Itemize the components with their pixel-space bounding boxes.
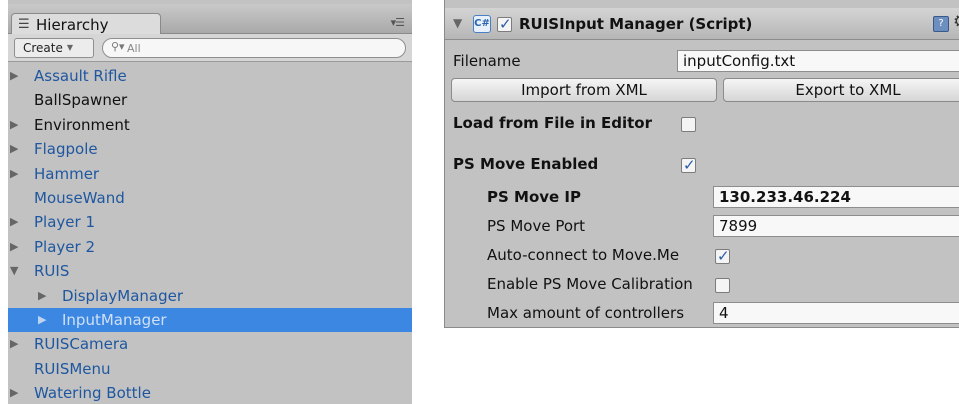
auto-connect-label: Auto-connect to Move.Me bbox=[487, 246, 680, 264]
hierarchy-panel: ☰ Hierarchy ▾☰ Create▼ ⚲▾ ▶Assault Rifle… bbox=[8, 0, 412, 404]
hierarchy-item-label: Player 1 bbox=[34, 213, 95, 232]
load-from-file-checkbox[interactable] bbox=[681, 117, 696, 132]
filename-label: Filename bbox=[453, 52, 521, 70]
create-label: Create bbox=[23, 41, 63, 55]
hierarchy-item-label: Flagpole bbox=[34, 140, 98, 159]
load-from-file-label: Load from File in Editor bbox=[453, 114, 652, 132]
hierarchy-item[interactable]: ▶ RUISCamera bbox=[8, 332, 412, 356]
script-icon: C# bbox=[473, 15, 491, 33]
help-icon[interactable]: ? bbox=[933, 16, 949, 32]
ps-move-port-label: PS Move Port bbox=[487, 217, 586, 235]
component-enabled-checkbox[interactable] bbox=[497, 15, 512, 33]
hierarchy-item[interactable]: ▶ Hammer bbox=[8, 162, 412, 186]
collapsed-arrow-icon[interactable]: ▶ bbox=[38, 284, 46, 308]
hierarchy-item[interactable]: ▶ Assault Rifle bbox=[8, 64, 412, 88]
hierarchy-list-icon: ☰ bbox=[18, 17, 30, 32]
collapsed-arrow-icon[interactable]: ▶ bbox=[10, 64, 18, 88]
create-dropdown[interactable]: Create ▼ bbox=[14, 38, 94, 58]
hierarchy-item[interactable]: ▶ Watering Bottle bbox=[8, 381, 412, 404]
hierarchy-item-label: Assault Rifle bbox=[34, 67, 127, 85]
hierarchy-item-label: Environment bbox=[34, 115, 130, 134]
hierarchy-item-label: RUIS bbox=[34, 262, 70, 281]
collapsed-arrow-icon[interactable]: ▶ bbox=[10, 113, 18, 137]
hierarchy-item[interactable]: ▶ Environment bbox=[8, 113, 412, 137]
hierarchy-tree: ▶ Assault Rifle BallSpawner ▶ Environment ▶ Fl… bbox=[8, 64, 412, 404]
search-input[interactable] bbox=[127, 40, 397, 56]
hierarchy-item-label: Watering Bottle bbox=[34, 384, 151, 403]
max-controllers-label: Max amount of controllers bbox=[487, 304, 685, 322]
hierarchy-item[interactable]: ▶ InputManager bbox=[8, 307, 412, 333]
foldout-arrow-icon[interactable]: ▼ bbox=[453, 16, 462, 30]
collapsed-arrow-icon[interactable]: ▶ bbox=[10, 137, 18, 161]
hierarchy-toolbar: Create ▼ ⚲▾ bbox=[8, 34, 412, 62]
panel-menu-icon[interactable]: ▾☰ bbox=[391, 16, 405, 29]
hierarchy-item[interactable]: ▶ Player 1 bbox=[8, 210, 412, 234]
hierarchy-item-label: DisplayManager bbox=[62, 286, 184, 305]
ps-move-port-field[interactable]: 7899 bbox=[713, 215, 959, 237]
hierarchy-tabbar: ☰ Hierarchy ▾☰ bbox=[8, 4, 412, 37]
gear-icon[interactable]: ⚙ bbox=[953, 12, 959, 32]
collapsed-arrow-icon[interactable]: ▶ bbox=[38, 308, 46, 332]
import-xml-button[interactable]: Import from XML bbox=[451, 78, 717, 102]
hierarchy-item[interactable]: ▶ Flagpole bbox=[8, 137, 412, 161]
hierarchy-item-label: InputManager bbox=[62, 310, 167, 329]
export-xml-button[interactable]: Export to XML bbox=[723, 78, 959, 102]
max-controllers-field[interactable]: 4 bbox=[713, 302, 959, 324]
auto-connect-checkbox[interactable] bbox=[715, 247, 730, 265]
search-box[interactable]: ⚲▾ bbox=[102, 38, 406, 58]
component-title: RUISInput Manager (Script) bbox=[519, 15, 753, 33]
hierarchy-item[interactable]: RUISMenu bbox=[8, 357, 412, 381]
ps-move-enabled-label: PS Move Enabled bbox=[453, 155, 599, 173]
calibration-checkbox[interactable] bbox=[715, 278, 730, 293]
collapsed-arrow-icon[interactable]: ▶ bbox=[10, 381, 18, 404]
hierarchy-item[interactable]: BallSpawner bbox=[8, 88, 412, 112]
hierarchy-item[interactable]: ▶ DisplayManager bbox=[8, 284, 412, 308]
hierarchy-item-label: MouseWand bbox=[34, 188, 125, 207]
hierarchy-item-label: RUISCamera bbox=[34, 335, 129, 354]
ps-move-ip-label: PS Move IP bbox=[487, 188, 581, 206]
component-header: ▼ C# RUISInput Manager (Script) ? ⚙ bbox=[445, 8, 959, 40]
collapsed-arrow-icon[interactable]: ▶ bbox=[10, 332, 18, 356]
collapsed-arrow-icon[interactable]: ▶ bbox=[10, 235, 18, 259]
hierarchy-item-label: RUISMenu bbox=[34, 359, 111, 378]
ps-move-enabled-checkbox[interactable] bbox=[681, 156, 696, 174]
search-icon[interactable]: ⚲▾ bbox=[111, 40, 125, 53]
calibration-label: Enable PS Move Calibration bbox=[487, 275, 693, 293]
hierarchy-item-label: Hammer bbox=[34, 164, 100, 183]
expanded-arrow-icon[interactable]: ▼ bbox=[10, 259, 18, 283]
filename-field[interactable]: inputConfig.txt bbox=[677, 50, 959, 72]
tab-hierarchy-label: Hierarchy bbox=[36, 16, 109, 34]
inspector-panel: ▼ C# RUISInput Manager (Script) ? ⚙ File… bbox=[444, 0, 959, 328]
hierarchy-item[interactable]: MouseWand bbox=[8, 186, 412, 210]
collapsed-arrow-icon[interactable]: ▶ bbox=[10, 210, 18, 234]
chevron-down-icon: ▼ bbox=[66, 43, 74, 52]
collapsed-arrow-icon[interactable]: ▶ bbox=[10, 162, 18, 186]
hierarchy-item[interactable]: ▼ RUIS bbox=[8, 259, 412, 283]
hierarchy-item-label: Player 2 bbox=[34, 237, 95, 256]
hierarchy-item[interactable]: ▶ Player 2 bbox=[8, 235, 412, 259]
ps-move-ip-field[interactable]: 130.233.46.224 bbox=[713, 186, 959, 208]
hierarchy-item-label: BallSpawner bbox=[34, 91, 128, 110]
